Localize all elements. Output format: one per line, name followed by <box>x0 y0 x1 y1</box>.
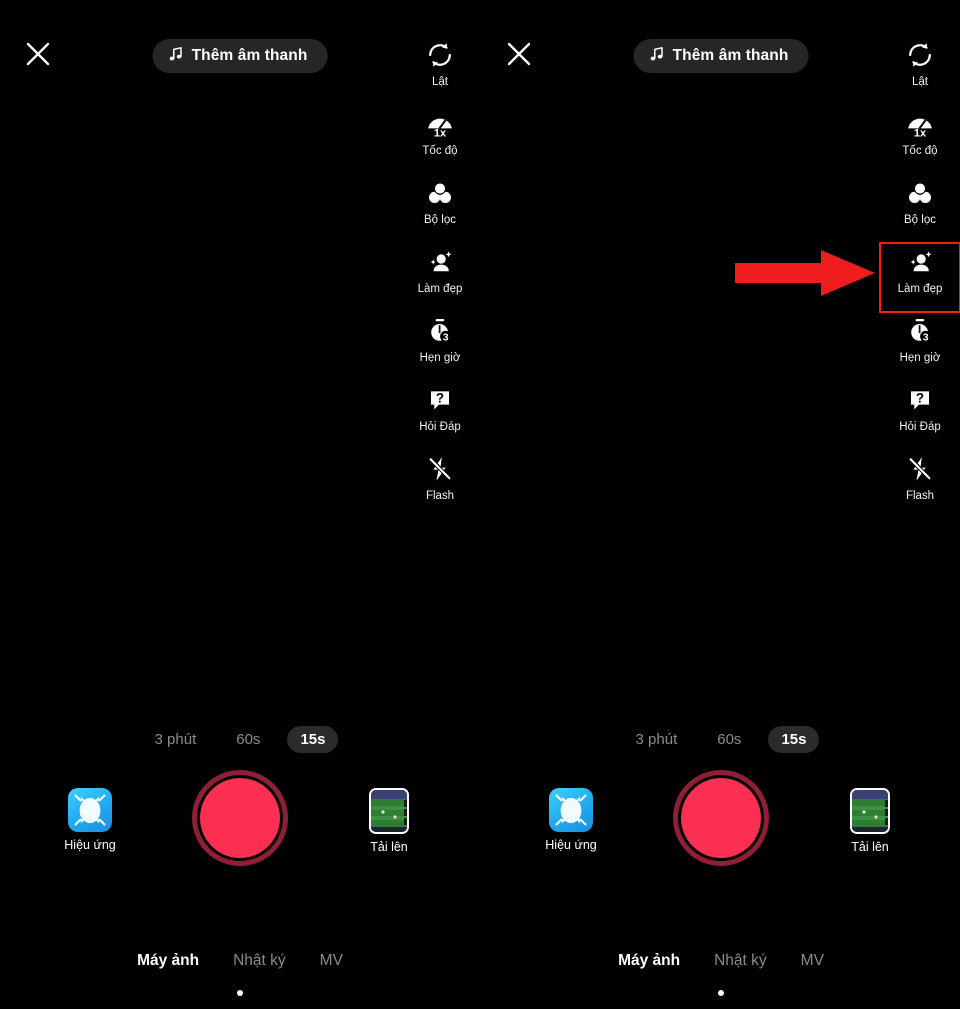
flip-camera-icon <box>425 38 455 72</box>
active-tab-indicator-2 <box>718 990 724 996</box>
tab-mv-2[interactable]: MV <box>801 952 824 970</box>
tool-flash-label: Flash <box>425 490 455 502</box>
screenshot-root: Thêm âm thanh Lật 1x Tốc độ Bộ lọc Làm đ… <box>0 0 960 1009</box>
record-button-2[interactable] <box>673 770 769 866</box>
filter-circles-icon-2 <box>905 176 935 210</box>
tool-filter[interactable]: Bộ lọc <box>400 174 480 243</box>
tool-flip-label-2: Lật <box>912 76 928 88</box>
svg-text:?: ? <box>436 391 444 406</box>
capture-controls-2: Hiệu ứng Tải lên <box>481 770 960 890</box>
tab-camera[interactable]: Máy ảnh <box>137 952 199 970</box>
active-tab-indicator <box>237 990 243 996</box>
tool-speed[interactable]: 1x Tốc độ <box>400 105 480 174</box>
flip-camera-icon-2 <box>905 38 935 72</box>
upload-button-2[interactable]: Tải lên <box>824 788 916 854</box>
add-sound-button-2[interactable]: Thêm âm thanh <box>633 39 809 73</box>
record-button-inner-2 <box>681 778 761 858</box>
tool-rail-2: Lật 1x Tốc độ Bộ lọc Làm đẹp 3 Hẹn giờ ?… <box>879 36 960 519</box>
speedometer-icon: 1x <box>425 107 455 141</box>
tool-filter-label: Bộ lọc <box>424 214 456 226</box>
close-icon-2[interactable] <box>503 38 535 70</box>
tool-qa-label: Hỏi Đáp <box>419 421 461 433</box>
effects-face-icon-2 <box>549 788 593 832</box>
upload-label-2: Tải lên <box>851 840 889 854</box>
upload-label: Tải lên <box>370 840 408 854</box>
upload-thumbnail-icon <box>369 788 409 834</box>
record-button-inner <box>200 778 280 858</box>
music-note-icon-2 <box>650 46 665 67</box>
svg-text:3: 3 <box>443 331 449 343</box>
tool-filter-2[interactable]: Bộ lọc <box>880 174 960 243</box>
tool-beauty-label-2: Làm đẹp <box>897 283 943 295</box>
tool-timer-label: Hẹn giờ <box>419 352 461 364</box>
tool-timer-2[interactable]: 3 Hẹn giờ <box>880 312 960 381</box>
tool-flip[interactable]: Lật <box>400 36 480 105</box>
tool-flip-label: Lật <box>432 76 448 88</box>
tool-qa[interactable]: ? Hỏi Đáp <box>400 381 480 450</box>
svg-text:3: 3 <box>923 331 929 343</box>
duration-selector-2: 3 phút 60s 15s <box>481 726 960 753</box>
tab-diary-2[interactable]: Nhật ký <box>714 952 767 970</box>
svg-text:1x: 1x <box>914 128 927 139</box>
tool-speed-2[interactable]: 1x Tốc độ <box>880 105 960 174</box>
tool-qa-label-2: Hỏi Đáp <box>899 421 941 433</box>
tool-qa-2[interactable]: ? Hỏi Đáp <box>880 381 960 450</box>
camera-panel-right: Thêm âm thanh Lật 1x Tốc độ Bộ lọc Làm đ… <box>480 0 960 1009</box>
tool-beauty[interactable]: Làm đẹp <box>400 243 480 312</box>
upload-button[interactable]: Tải lên <box>343 788 435 854</box>
duration-option-3min[interactable]: 3 phút <box>142 726 210 753</box>
effects-label: Hiệu ứng <box>64 838 116 852</box>
tool-rail: Lật 1x Tốc độ Bộ lọc Làm đẹp 3 Hẹn giờ ?… <box>400 36 480 519</box>
tool-speed-label: Tốc độ <box>422 145 458 157</box>
add-sound-button[interactable]: Thêm âm thanh <box>152 39 328 73</box>
question-bubble-icon: ? <box>425 383 455 417</box>
stopwatch-icon: 3 <box>425 314 455 348</box>
tool-speed-label-2: Tốc độ <box>902 145 938 157</box>
add-sound-label: Thêm âm thanh <box>191 47 308 64</box>
tool-beauty-highlighted[interactable]: Làm đẹp <box>879 242 960 313</box>
duration-option-60s[interactable]: 60s <box>223 726 273 753</box>
tab-diary[interactable]: Nhật ký <box>233 952 286 970</box>
beautify-person-sparkle-icon-2 <box>905 245 935 279</box>
duration-option-3min-2[interactable]: 3 phút <box>623 726 691 753</box>
stopwatch-icon-2: 3 <box>905 314 935 348</box>
flash-off-icon <box>425 452 455 486</box>
music-note-icon <box>169 46 184 67</box>
effects-label-2: Hiệu ứng <box>545 838 597 852</box>
upload-thumbnail-icon-2 <box>850 788 890 834</box>
tool-filter-label-2: Bộ lọc <box>904 214 936 226</box>
tool-flash-2[interactable]: Flash <box>880 450 960 519</box>
filter-circles-icon <box>425 176 455 210</box>
speedometer-icon-2: 1x <box>905 107 935 141</box>
camera-panel-left: Thêm âm thanh Lật 1x Tốc độ Bộ lọc Làm đ… <box>0 0 480 1009</box>
tool-timer-label-2: Hẹn giờ <box>899 352 941 364</box>
svg-text:1x: 1x <box>434 128 447 139</box>
tool-flip-2[interactable]: Lật <box>880 36 960 105</box>
tool-beauty-label: Làm đẹp <box>417 283 463 295</box>
tab-mv[interactable]: MV <box>320 952 343 970</box>
add-sound-label-2: Thêm âm thanh <box>672 47 789 64</box>
duration-selector: 3 phút 60s 15s <box>0 726 480 753</box>
duration-option-15s-2[interactable]: 15s <box>768 726 820 753</box>
bottom-tabs-2: Máy ảnh Nhật ký MV <box>481 952 960 970</box>
question-bubble-icon-2: ? <box>905 383 935 417</box>
flash-off-icon-2 <box>905 452 935 486</box>
effects-button[interactable]: Hiệu ứng <box>44 788 136 852</box>
effects-button-2[interactable]: Hiệu ứng <box>525 788 617 852</box>
duration-option-60s-2[interactable]: 60s <box>704 726 754 753</box>
duration-option-15s[interactable]: 15s <box>287 726 339 753</box>
beautify-person-sparkle-icon <box>425 245 455 279</box>
tool-timer[interactable]: 3 Hẹn giờ <box>400 312 480 381</box>
record-button[interactable] <box>192 770 288 866</box>
tool-flash[interactable]: Flash <box>400 450 480 519</box>
tab-camera-2[interactable]: Máy ảnh <box>618 952 680 970</box>
effects-face-icon <box>68 788 112 832</box>
tool-flash-label-2: Flash <box>905 490 935 502</box>
bottom-tabs: Máy ảnh Nhật ký MV <box>0 952 480 970</box>
capture-controls: Hiệu ứng Tải lên <box>0 770 480 890</box>
close-icon[interactable] <box>22 38 54 70</box>
svg-text:?: ? <box>916 391 924 406</box>
